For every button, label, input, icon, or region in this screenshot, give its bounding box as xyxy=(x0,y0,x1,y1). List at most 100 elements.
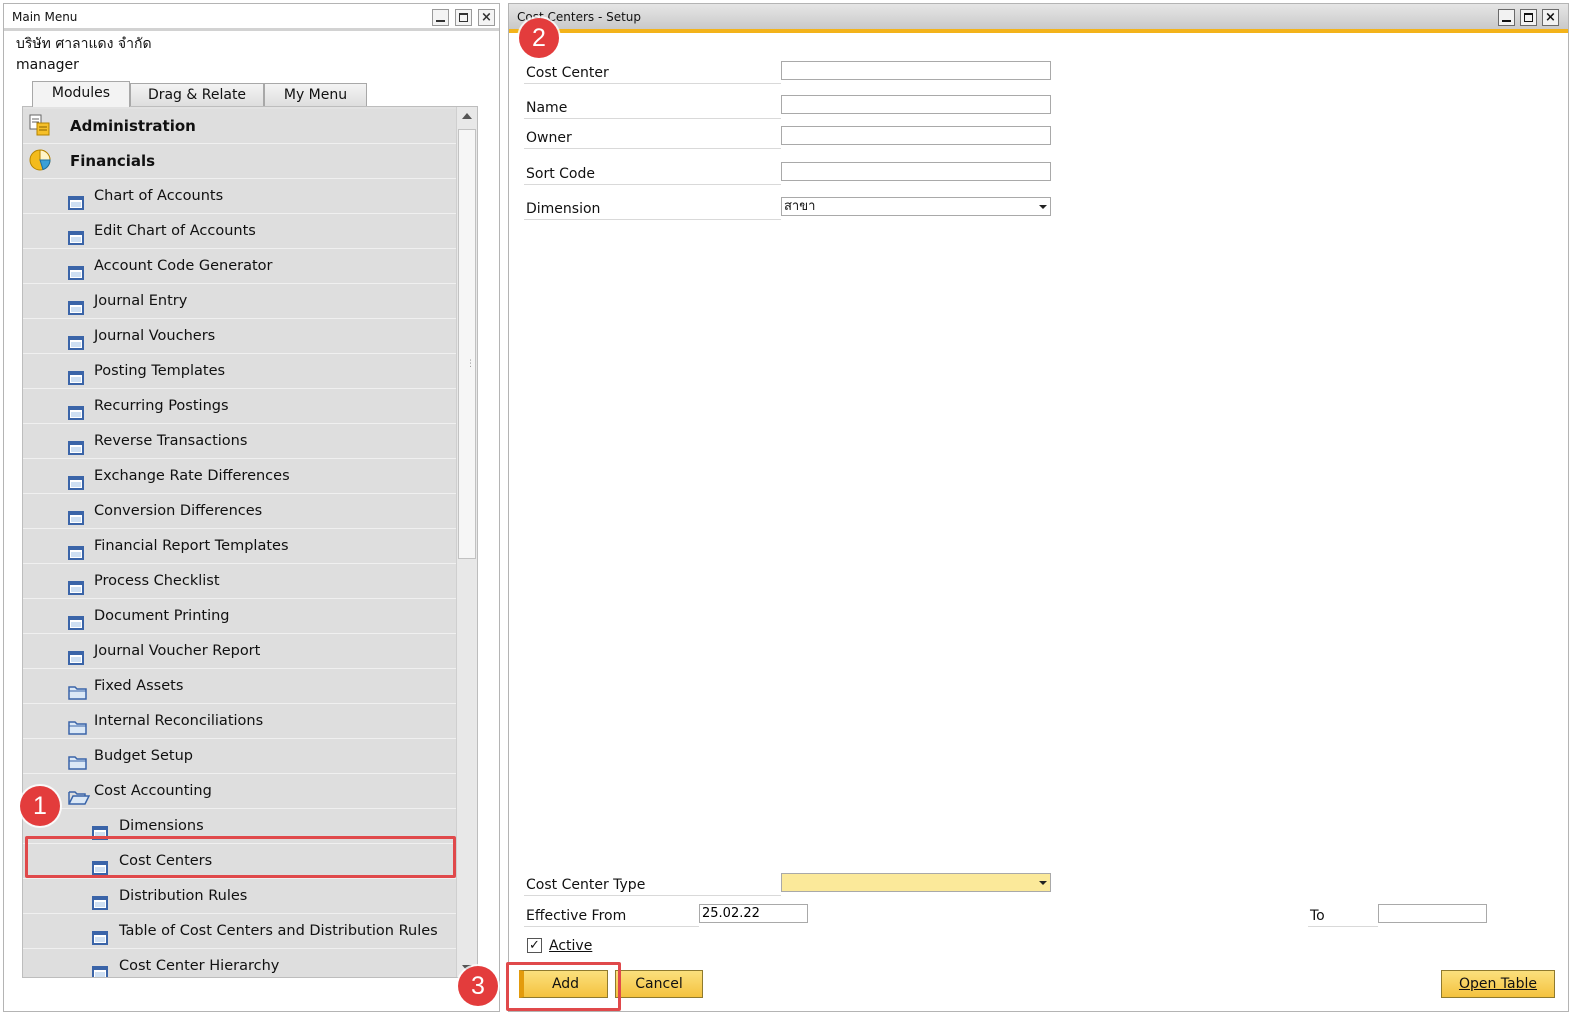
menu-item-label: Journal Vouchers xyxy=(94,328,216,344)
menu-item-label: Conversion Differences xyxy=(94,503,263,519)
main-menu-title: Main Menu xyxy=(12,10,78,24)
cost-center-input[interactable] xyxy=(781,61,1051,80)
company-info: บริษัท ศาลาแดง จำกัด manager xyxy=(16,34,152,76)
company-name: บริษัท ศาลาแดง จำกัด xyxy=(16,36,152,52)
tab-modules[interactable]: Modules xyxy=(32,81,130,107)
menu-item-label: Edit Chart of Accounts xyxy=(94,223,256,239)
maximize-icon[interactable] xyxy=(1520,9,1537,26)
cost-centers-titlebar[interactable]: Cost Centers - Setup × xyxy=(509,4,1568,33)
menu-item-journal-entry[interactable]: Journal Entry xyxy=(23,284,457,319)
menu-item-label: Table of Cost Centers and Distribution R… xyxy=(119,923,438,939)
chevron-down-icon[interactable] xyxy=(1039,881,1047,885)
menu-item-label: Posting Templates xyxy=(94,363,226,379)
tab-my-menu[interactable]: My Menu xyxy=(264,83,367,106)
minimize-icon[interactable] xyxy=(432,9,449,26)
menu-item-label: Journal Entry xyxy=(94,293,188,309)
menu-item-label: Financial Report Templates xyxy=(94,538,289,554)
sort-code-input[interactable] xyxy=(781,162,1051,181)
maximize-icon[interactable] xyxy=(455,9,472,26)
tab-drag-relate[interactable]: Drag & Relate xyxy=(130,83,264,106)
cancel-button[interactable]: Cancel xyxy=(615,970,703,998)
menu-item-financial-report-templates[interactable]: Financial Report Templates xyxy=(23,529,457,564)
menu-item-label: Fixed Assets xyxy=(94,678,184,694)
checkmark-icon: ✓ xyxy=(529,938,540,953)
dimension-label: Dimension xyxy=(524,200,781,220)
menu-item-edit-chart-of-accounts[interactable]: Edit Chart of Accounts xyxy=(23,214,457,249)
scrollbar-thumb[interactable]: ⋮⋮ xyxy=(458,129,477,559)
sort-code-label: Sort Code xyxy=(524,165,781,185)
close-icon[interactable]: × xyxy=(1542,9,1559,26)
menu-item-label: Account Code Generator xyxy=(94,258,273,274)
to-input[interactable] xyxy=(1378,904,1487,923)
form-icon xyxy=(92,924,108,958)
menu-item-label: Chart of Accounts xyxy=(94,188,224,204)
grip-icon: ⋮⋮ xyxy=(466,359,477,369)
to-label: To xyxy=(1308,907,1378,927)
folder-icon xyxy=(68,714,87,748)
open-table-button[interactable]: Open Table xyxy=(1441,970,1555,998)
open-folder-icon xyxy=(68,784,91,818)
cost-centers-window: Cost Centers - Setup × Cost Center Name … xyxy=(508,3,1569,1012)
menu-item-label: Process Checklist xyxy=(94,573,220,589)
menu-item-recurring-postings[interactable]: Recurring Postings xyxy=(23,389,457,424)
folder-icon xyxy=(68,679,87,713)
menu-item-label: Internal Reconciliations xyxy=(94,713,264,729)
effective-from-label: Effective From xyxy=(524,907,699,927)
menu-item-posting-templates[interactable]: Posting Templates xyxy=(23,354,457,389)
form-icon xyxy=(68,469,84,503)
menu-item-process-checklist[interactable]: Process Checklist xyxy=(23,564,457,599)
chevron-down-icon[interactable] xyxy=(1039,205,1047,209)
menu-item-label: Distribution Rules xyxy=(119,888,248,904)
menu-item-financials[interactable]: Financials xyxy=(23,144,457,179)
owner-input[interactable] xyxy=(781,126,1051,145)
name-input[interactable] xyxy=(781,95,1051,114)
menu-item-label: Recurring Postings xyxy=(94,398,229,414)
menu-item-journal-voucher-report[interactable]: Journal Voucher Report xyxy=(23,634,457,669)
menu-item-label: Exchange Rate Differences xyxy=(94,468,290,484)
menu-item-document-printing[interactable]: Document Printing xyxy=(23,599,457,634)
menu-item-reverse-transactions[interactable]: Reverse Transactions xyxy=(23,424,457,459)
form-icon xyxy=(68,609,84,643)
minimize-icon[interactable] xyxy=(1498,9,1515,26)
menu-item-chart-of-accounts[interactable]: Chart of Accounts xyxy=(23,179,457,214)
menu-item-journal-vouchers[interactable]: Journal Vouchers xyxy=(23,319,457,354)
menu-item-budget-setup[interactable]: Budget Setup xyxy=(23,739,457,774)
vertical-scrollbar[interactable]: ⋮⋮ xyxy=(456,107,477,977)
active-checkbox[interactable]: ✓ xyxy=(527,938,542,953)
menu-item-label: Cost Center Hierarchy xyxy=(119,958,280,974)
cost-centers-form: Cost Center Name Owner Sort Code Dimensi… xyxy=(517,33,1568,1011)
user-name: manager xyxy=(16,57,79,73)
close-icon[interactable]: × xyxy=(478,9,495,26)
scroll-up-icon[interactable] xyxy=(462,113,472,119)
menu-item-table-of-cost-centers-and-distribution-rules[interactable]: Table of Cost Centers and Distribution R… xyxy=(23,914,457,949)
form-icon xyxy=(68,294,84,328)
effective-from-input[interactable] xyxy=(699,904,808,923)
form-icon xyxy=(68,539,84,573)
administration-icon xyxy=(29,114,51,149)
form-icon xyxy=(68,329,84,363)
menu-item-conversion-differences[interactable]: Conversion Differences xyxy=(23,494,457,529)
name-label: Name xyxy=(524,99,781,119)
folder-icon xyxy=(68,749,87,783)
menu-item-account-code-generator[interactable]: Account Code Generator xyxy=(23,249,457,284)
menu-item-cost-center-hierarchy[interactable]: Cost Center Hierarchy xyxy=(23,949,457,977)
menu-item-exchange-rate-differences[interactable]: Exchange Rate Differences xyxy=(23,459,457,494)
menu-item-label: Journal Voucher Report xyxy=(94,643,261,659)
menu-item-internal-reconciliations[interactable]: Internal Reconciliations xyxy=(23,704,457,739)
cost-center-type-select[interactable] xyxy=(781,873,1051,892)
menu-item-label: Budget Setup xyxy=(94,748,193,764)
cost-centers-highlight xyxy=(25,836,456,878)
form-icon xyxy=(68,399,84,433)
menu-item-administration[interactable]: Administration xyxy=(23,109,457,144)
menu-item-fixed-assets[interactable]: Fixed Assets xyxy=(23,669,457,704)
active-label: Active xyxy=(549,938,593,954)
dimension-select[interactable]: สาขา xyxy=(781,197,1051,216)
cost-center-label: Cost Center xyxy=(524,64,781,84)
main-menu-titlebar[interactable]: Main Menu × xyxy=(4,4,499,31)
menu-item-cost-accounting[interactable]: Cost Accounting xyxy=(23,774,457,809)
form-icon xyxy=(68,364,84,398)
form-icon xyxy=(68,504,84,538)
form-icon xyxy=(92,959,108,977)
menu-item-label: Reverse Transactions xyxy=(94,433,248,449)
menu-item-distribution-rules[interactable]: Distribution Rules xyxy=(23,879,457,914)
